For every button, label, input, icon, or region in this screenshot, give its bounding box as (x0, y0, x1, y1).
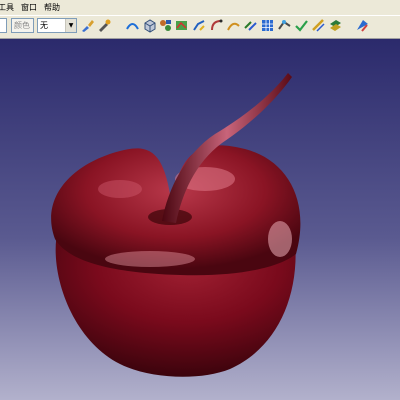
multi-view-icon[interactable] (158, 18, 173, 33)
thickness-combo-value: 无 (40, 21, 48, 30)
menu-bar: 工具 窗口 帮助 (0, 0, 400, 16)
apple-highlight (268, 221, 292, 257)
grid-view-icon[interactable] (260, 18, 275, 33)
surface-arc-icon[interactable] (125, 18, 140, 33)
catia-window: 工具 窗口 帮助 颜色 无 ▼ (0, 0, 400, 400)
offset-icon[interactable] (243, 18, 258, 33)
graphic-properties-toolbar: 颜色 无 ▼ (0, 15, 400, 39)
apple-highlight (105, 251, 195, 267)
linetype-combo-value: 颜色 (14, 21, 30, 30)
layer-combo[interactable] (0, 18, 7, 33)
check-icon[interactable] (294, 18, 309, 33)
chevron-down-icon[interactable]: ▼ (65, 19, 76, 32)
render-sphere-icon[interactable] (355, 18, 370, 33)
sweep-icon[interactable] (311, 18, 326, 33)
pick-color-icon[interactable] (96, 18, 111, 33)
thickness-combo[interactable]: 无 ▼ (37, 18, 77, 33)
extrude-icon[interactable] (277, 18, 292, 33)
cube-view-icon[interactable] (142, 18, 157, 33)
menu-help[interactable]: 帮助 (44, 0, 60, 15)
boundary-icon[interactable] (174, 18, 189, 33)
paint-brush-icon[interactable] (80, 18, 95, 33)
menu-tools[interactable]: 工具 (0, 0, 14, 15)
join-curve-icon[interactable] (209, 18, 224, 33)
loft-icon[interactable] (328, 18, 343, 33)
fillet-icon[interactable] (192, 18, 207, 33)
linetype-combo[interactable]: 颜色 (11, 18, 34, 33)
3d-viewport[interactable] (0, 39, 400, 400)
trim-icon[interactable] (226, 18, 241, 33)
menu-window[interactable]: 窗口 (21, 0, 37, 15)
apple-highlight (98, 180, 142, 198)
